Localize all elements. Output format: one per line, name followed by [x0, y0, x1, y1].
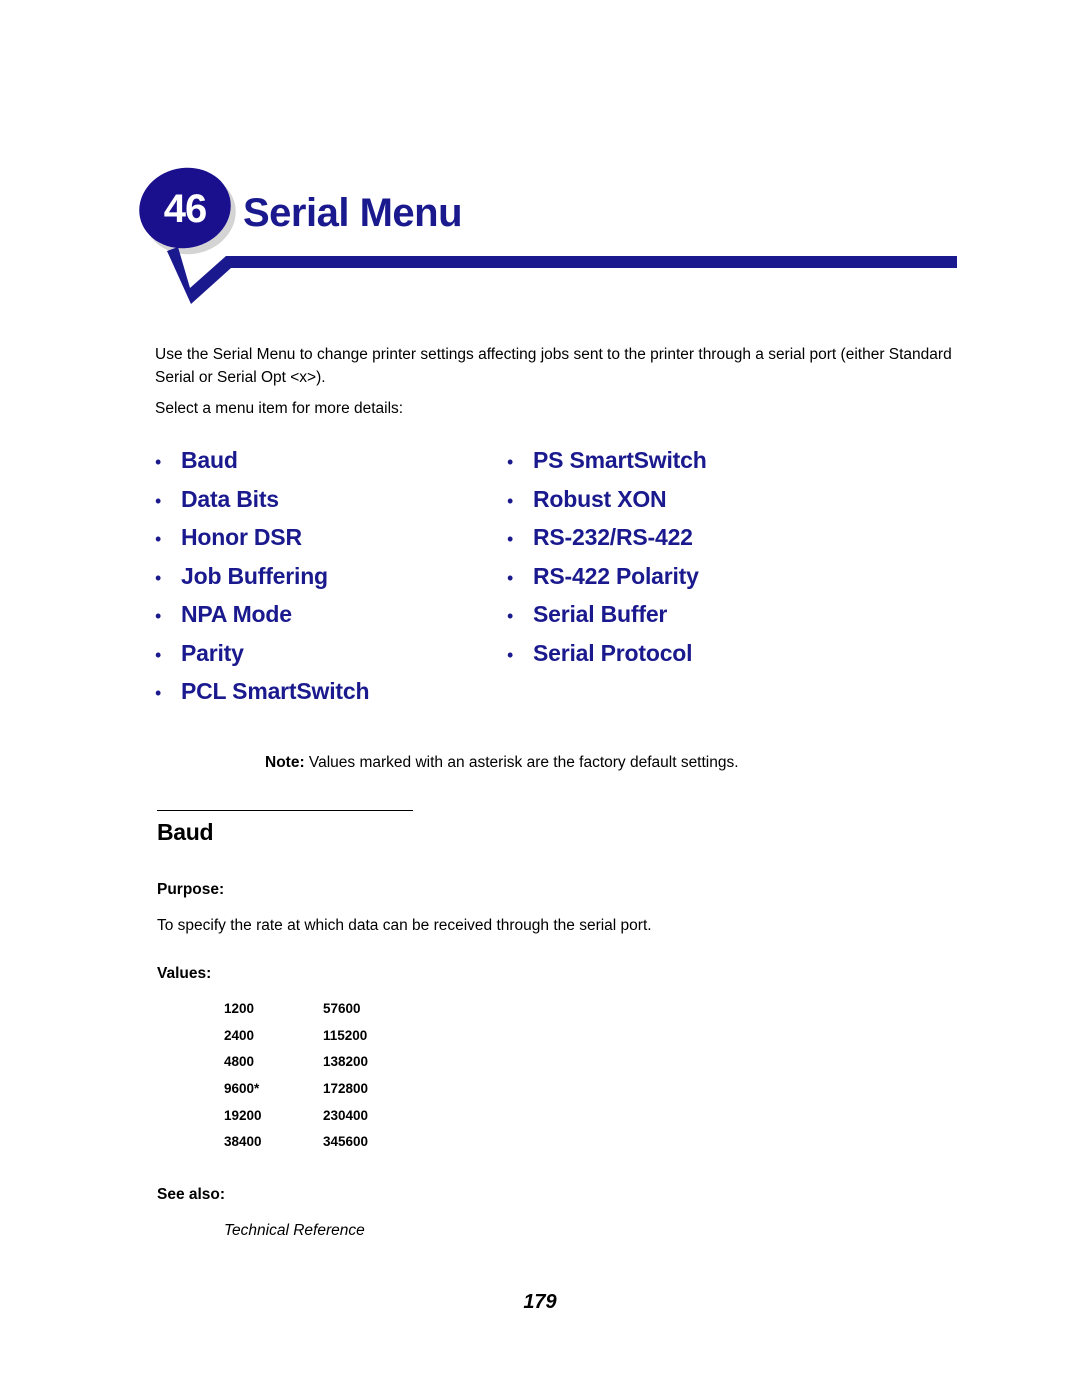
menu-link-ps-smartswitch[interactable]: • PS SmartSwitch	[507, 447, 707, 486]
section-divider	[157, 810, 413, 811]
values-label: Values:	[157, 965, 212, 982]
menu-links-right-column: • PS SmartSwitch • Robust XON • RS-232/R…	[507, 447, 707, 678]
menu-link-label: Baud	[181, 447, 238, 473]
table-row: 38400 345600	[224, 1134, 443, 1161]
note-text: Values marked with an asterisk are the f…	[308, 754, 739, 771]
value-cell: 19200	[224, 1107, 262, 1123]
table-row: 19200 230400	[224, 1108, 443, 1135]
bullet-icon: •	[507, 644, 514, 665]
value-cell-default: 9600*	[224, 1081, 260, 1097]
menu-link-label: Data Bits	[181, 485, 279, 512]
menu-link-robust-xon[interactable]: • Robust XON	[507, 486, 707, 525]
page-number: 179	[523, 1291, 557, 1313]
menu-link-serial-buffer[interactable]: • Serial Buffer	[507, 601, 707, 640]
bullet-icon: •	[155, 644, 162, 665]
value-cell: 2400	[224, 1027, 255, 1043]
purpose-text: To specify the rate at which data can be…	[157, 917, 652, 934]
section-heading: Baud	[157, 819, 214, 845]
menu-links-left-column: • Baud • Data Bits • Honor DSR • Job Buf…	[155, 447, 369, 717]
menu-link-label: Robust XON	[533, 485, 667, 512]
value-cell: 138200	[323, 1054, 369, 1070]
value-cell: 38400	[224, 1134, 262, 1150]
menu-link-label: PCL SmartSwitch	[181, 678, 370, 704]
menu-link-honor-dsr[interactable]: • Honor DSR	[155, 524, 369, 563]
table-row: 2400 115200	[224, 1028, 443, 1055]
value-cell: 230400	[323, 1107, 369, 1123]
values-table: 1200 57600 2400 115200 4800 138200 9600*…	[224, 1001, 443, 1161]
menu-link-data-bits[interactable]: • Data Bits	[155, 486, 369, 525]
menu-link-label: Job Buffering	[181, 562, 328, 589]
bullet-icon: •	[155, 567, 162, 588]
menu-link-label: RS-232/RS-422	[533, 524, 693, 550]
bullet-icon: •	[507, 529, 514, 549]
value-cell: 345600	[323, 1134, 369, 1150]
table-row: 9600* 172800	[224, 1081, 443, 1108]
banner-notch-line	[167, 247, 957, 304]
menu-link-pcl-smartswitch[interactable]: • PCL SmartSwitch	[155, 678, 369, 717]
badge-ellipse	[139, 167, 231, 249]
menu-link-npa-mode[interactable]: • NPA Mode	[155, 601, 369, 640]
factory-default-note: Note: Values marked with an asterisk are…	[265, 752, 739, 774]
note-label: Note:	[265, 754, 305, 771]
intro-paragraph: Use the Serial Menu to change printer se…	[155, 346, 952, 386]
menu-link-label: PS SmartSwitch	[533, 447, 707, 473]
bullet-icon: •	[155, 452, 162, 472]
see-also-link[interactable]: Technical Reference	[224, 1222, 365, 1240]
purpose-label: Purpose:	[157, 881, 225, 898]
value-cell: 172800	[323, 1081, 369, 1097]
menu-link-rs232-rs422[interactable]: • RS-232/RS-422	[507, 524, 707, 563]
bullet-icon: •	[155, 490, 162, 511]
menu-link-label: Honor DSR	[181, 524, 302, 550]
table-row: 1200 57600	[224, 1001, 443, 1028]
menu-link-baud[interactable]: • Baud	[155, 447, 369, 486]
bullet-icon: •	[507, 606, 514, 626]
value-cell: 4800	[224, 1054, 255, 1070]
select-instruction: Select a menu item for more details:	[155, 400, 404, 417]
menu-link-parity[interactable]: • Parity	[155, 640, 369, 679]
bullet-icon: •	[507, 567, 514, 588]
bullet-icon: •	[155, 529, 162, 549]
table-row: 4800 138200	[224, 1054, 443, 1081]
bullet-icon: •	[155, 683, 162, 703]
page-header: 46 Serial Menu	[0, 0, 1080, 310]
page-title: Serial Menu	[243, 191, 463, 235]
bullet-icon: •	[507, 490, 514, 511]
value-cell: 1200	[224, 1001, 255, 1016]
menu-link-rs422-polarity[interactable]: • RS-422 Polarity	[507, 563, 707, 602]
menu-link-label: Parity	[181, 639, 244, 666]
menu-link-label: Serial Protocol	[533, 639, 693, 666]
header-banner-graphic	[139, 167, 957, 304]
bullet-icon: •	[507, 452, 514, 472]
menu-link-job-buffering[interactable]: • Job Buffering	[155, 563, 369, 602]
menu-link-label: RS-422 Polarity	[533, 562, 699, 589]
menu-link-serial-protocol[interactable]: • Serial Protocol	[507, 640, 707, 679]
menu-link-label: NPA Mode	[181, 601, 292, 627]
value-cell: 57600	[323, 1001, 361, 1016]
bullet-icon: •	[155, 606, 162, 626]
value-cell: 115200	[323, 1027, 368, 1043]
document-page: 46 Serial Menu Use the Serial Menu to ch…	[0, 0, 1080, 1397]
menu-link-label: Serial Buffer	[533, 601, 668, 627]
see-also-label: See also:	[157, 1186, 226, 1203]
